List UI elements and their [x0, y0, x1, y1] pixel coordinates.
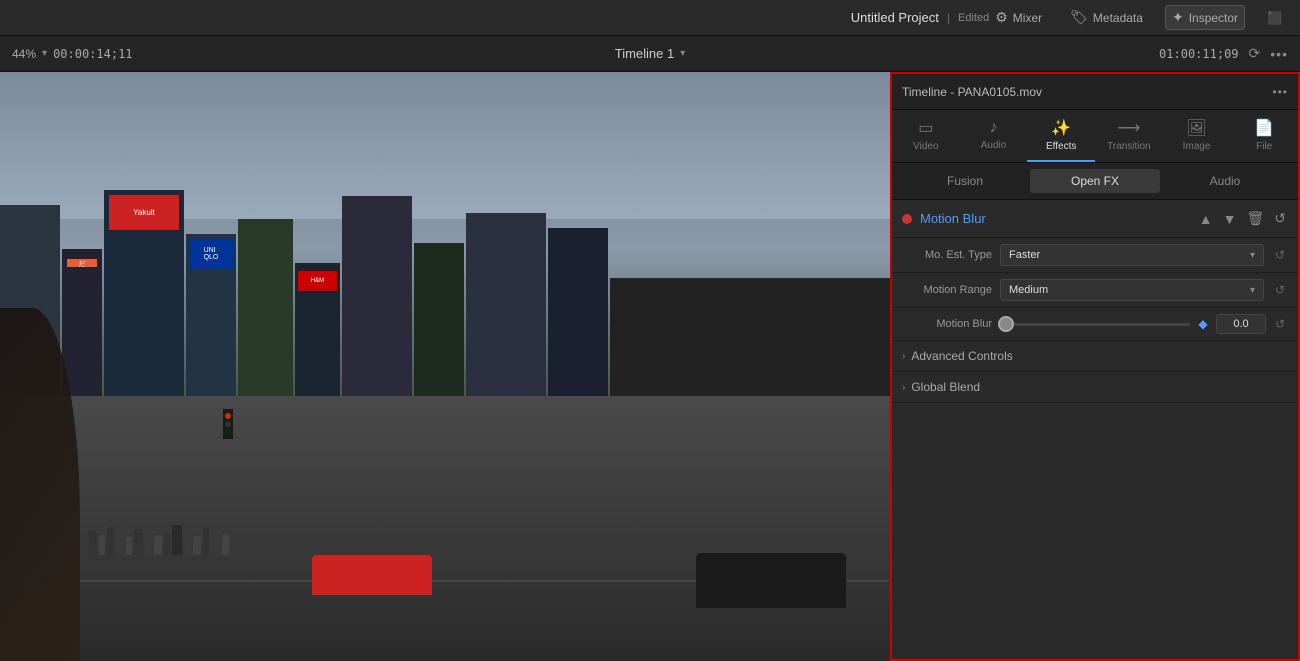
mo-est-type-dropdown[interactable]: Faster ▾: [1000, 244, 1264, 266]
video-tab-label: Video: [913, 141, 938, 152]
fx-actions: ▲ ▼ 🗑 ↺: [1197, 208, 1288, 229]
metadata-button[interactable]: 🏷 Metadata: [1064, 6, 1149, 29]
keyframe-diamond-icon[interactable]: ◆: [1196, 317, 1210, 331]
subtab-openfx[interactable]: Open FX: [1030, 169, 1160, 193]
tab-file[interactable]: 📄 File: [1230, 110, 1298, 162]
motion-blur-slider[interactable]: [998, 314, 1190, 334]
subtab-fusion[interactable]: Fusion: [900, 169, 1030, 193]
zoom-level: 44%: [12, 47, 36, 61]
motion-range-label: Motion Range: [902, 284, 992, 296]
tab-video[interactable]: ▭ Video: [892, 110, 960, 162]
export-icon: ⬛: [1267, 11, 1282, 25]
title-bar-right: ⚙ Mixer 🏷 Metadata ✦ Inspector ⬛: [989, 5, 1288, 30]
title-bar: Untitled Project | Edited ⚙ Mixer 🏷 Meta…: [0, 0, 1300, 36]
subtab-openfx-label: Open FX: [1071, 174, 1119, 188]
global-blend-expand-icon: ›: [902, 382, 905, 393]
timecode-left: 00:00:14;11: [53, 47, 132, 61]
fx-reset-all-icon[interactable]: ↺: [1272, 208, 1288, 229]
mo-est-type-row: Mo. Est. Type Faster ▾ ↺: [892, 238, 1298, 273]
inspector-panel: Timeline - PANA0105.mov ••• ▭ Video ♪ Au…: [890, 72, 1300, 661]
timeline-center: Timeline 1 ▾: [437, 46, 862, 61]
street: [0, 396, 890, 661]
timeline-name: Timeline 1: [615, 46, 674, 61]
mo-est-type-value: Faster: [1009, 249, 1040, 261]
mo-est-type-label: Mo. Est. Type: [902, 249, 992, 261]
audio-tab-icon: ♪: [990, 119, 998, 137]
motion-range-dropdown[interactable]: Medium ▾: [1000, 279, 1264, 301]
advanced-controls-label: Advanced Controls: [911, 349, 1012, 363]
motion-range-value: Medium: [1009, 284, 1048, 296]
tab-audio[interactable]: ♪ Audio: [960, 110, 1028, 162]
motion-blur-reset-icon[interactable]: ↺: [1272, 317, 1288, 331]
mixer-icon: ⚙: [995, 9, 1008, 26]
motion-range-arrow-icon: ▾: [1250, 285, 1255, 296]
timeline-left: 44% ▾ 00:00:14;11: [12, 47, 437, 61]
inspector-button[interactable]: ✦ Inspector: [1165, 5, 1245, 30]
fx-reorder-up-icon[interactable]: ▲: [1197, 209, 1215, 229]
title-bar-center: Untitled Project | Edited: [851, 10, 989, 25]
transition-tab-icon: ⟶: [1117, 118, 1140, 138]
timeline-name-chevron[interactable]: ▾: [680, 48, 685, 59]
fx-title: Motion Blur: [920, 211, 1189, 226]
tab-transition[interactable]: ⟶ Transition: [1095, 110, 1163, 162]
global-blend-section[interactable]: › Global Blend: [892, 372, 1298, 403]
tab-effects[interactable]: ✨ Effects: [1027, 110, 1095, 162]
sub-tabs: Fusion Open FX Audio: [892, 163, 1298, 200]
slider-track: [998, 323, 1190, 326]
fx-active-dot[interactable]: [902, 214, 912, 224]
motion-blur-value[interactable]: 0.0: [1216, 314, 1266, 334]
inspector-tabs: ▭ Video ♪ Audio ✨ Effects ⟶ Transition 🖼…: [892, 110, 1298, 163]
advanced-expand-icon: ›: [902, 351, 905, 362]
timeline-more-button[interactable]: •••: [1270, 46, 1288, 62]
metadata-label: Metadata: [1093, 11, 1143, 25]
motion-range-reset-icon[interactable]: ↺: [1272, 283, 1288, 297]
subtab-fusion-label: Fusion: [947, 174, 983, 188]
mo-est-type-arrow-icon: ▾: [1250, 250, 1255, 261]
subtab-audio[interactable]: Audio: [1160, 169, 1290, 193]
effects-tab-label: Effects: [1046, 141, 1076, 152]
tab-image[interactable]: 🖼 Image: [1163, 110, 1231, 162]
image-tab-icon: 🖼: [1186, 118, 1206, 138]
timeline-toolbar: 44% ▾ 00:00:14;11 Timeline 1 ▾ 01:00:11;…: [0, 36, 1300, 72]
video-frame: だ Yakult UNIQLO H&M: [0, 72, 890, 661]
audio-tab-label: Audio: [981, 140, 1007, 151]
export-button[interactable]: ⬛: [1261, 8, 1288, 28]
mixer-label: Mixer: [1013, 11, 1042, 25]
mixer-button[interactable]: ⚙ Mixer: [989, 6, 1048, 29]
fx-section-header: Motion Blur ▲ ▼ 🗑 ↺: [892, 200, 1298, 238]
timeline-right: 01:00:11;09 ⟳ •••: [863, 45, 1288, 62]
transition-tab-label: Transition: [1107, 141, 1151, 152]
inspector-icon: ✦: [1172, 9, 1184, 26]
image-tab-label: Image: [1183, 141, 1211, 152]
edited-status: Edited: [958, 12, 989, 24]
inspector-title: Timeline - PANA0105.mov: [902, 85, 1042, 99]
global-blend-label: Global Blend: [911, 380, 980, 394]
main-content: だ Yakult UNIQLO H&M: [0, 72, 1300, 661]
inspector-label: Inspector: [1189, 11, 1238, 25]
metadata-icon: 🏷: [1070, 9, 1088, 26]
motion-blur-slider-row: Motion Blur ◆ 0.0 ↺: [892, 308, 1298, 341]
inspector-header: Timeline - PANA0105.mov •••: [892, 74, 1298, 110]
motion-blur-label: Motion Blur: [902, 318, 992, 330]
advanced-controls-section[interactable]: › Advanced Controls: [892, 341, 1298, 372]
sync-icon[interactable]: ⟳: [1249, 45, 1261, 62]
video-tab-icon: ▭: [918, 118, 933, 138]
zoom-dropdown[interactable]: ▾: [42, 48, 47, 59]
motion-range-row: Motion Range Medium ▾ ↺: [892, 273, 1298, 308]
video-preview-area: だ Yakult UNIQLO H&M: [0, 72, 890, 661]
timecode-right: 01:00:11;09: [1159, 47, 1238, 61]
file-tab-label: File: [1256, 141, 1272, 152]
project-name: Untitled Project: [851, 10, 939, 25]
slider-thumb[interactable]: [998, 316, 1014, 332]
fx-reorder-down-icon[interactable]: ▼: [1221, 209, 1239, 229]
effects-tab-icon: ✨: [1051, 118, 1071, 138]
mo-est-type-reset-icon[interactable]: ↺: [1272, 248, 1288, 262]
inspector-more-button[interactable]: •••: [1272, 85, 1288, 99]
inspector-content: Motion Blur ▲ ▼ 🗑 ↺ Mo. Est. Type Faster…: [892, 200, 1298, 659]
file-tab-icon: 📄: [1254, 118, 1274, 138]
subtab-audio-label: Audio: [1210, 174, 1241, 188]
fx-delete-icon[interactable]: 🗑: [1244, 208, 1266, 229]
